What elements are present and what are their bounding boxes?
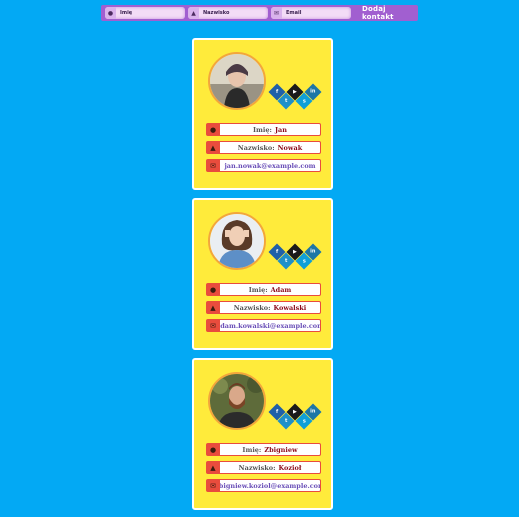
email-row: ✉ jan.nowak@example.com — [206, 159, 321, 172]
last-name-row: ▲ Nazwisko: Nowak — [206, 141, 321, 154]
social-links: f t ▶ s in — [268, 83, 329, 114]
user-icon: ● — [105, 7, 116, 19]
envelope-icon: ✉ — [271, 7, 282, 19]
add-contact-form: ● Imię ▲ Nazwisko ✉ Email Dodaj kontakt — [101, 5, 418, 21]
first-name-label: Imię: — [253, 125, 272, 134]
avatar — [208, 52, 266, 110]
last-name-field[interactable]: ▲ Nazwisko — [188, 7, 268, 19]
last-name-row: ▲ Nazwisko: Kozioł — [206, 461, 321, 474]
first-name-value: Zbigniew — [264, 445, 298, 454]
last-name-value: Kowalski — [273, 303, 307, 312]
email-row: ✉ adam.kowalski@example.com — [206, 319, 321, 332]
last-name-value: Nowak — [277, 143, 303, 152]
last-name-value: Kozioł — [278, 463, 302, 472]
envelope-icon: ✉ — [206, 479, 220, 492]
last-name-label: Nazwisko: — [238, 463, 276, 472]
contact-card: f t ▶ s in ● Imię: Jan ▲ Nazwisko: Nowak ✉… — [192, 38, 333, 190]
email-link[interactable]: zbigniew.koziol@example.com — [220, 482, 320, 490]
contact-card: f t ▶ s in ● Imię: Zbigniew ▲ Nazwisko: Ko… — [192, 358, 333, 510]
envelope-icon: ✉ — [206, 159, 220, 172]
last-name-label: Nazwisko: — [233, 303, 271, 312]
user-tie-icon: ▲ — [206, 301, 220, 314]
user-tie-icon: ▲ — [206, 141, 220, 154]
email-link[interactable]: jan.nowak@example.com — [224, 162, 315, 170]
email-link[interactable]: adam.kowalski@example.com — [220, 322, 320, 330]
first-name-label: Imię: — [242, 445, 262, 454]
contact-card: f t ▶ s in ● Imię: Adam ▲ Nazwisko: Kowals… — [192, 198, 333, 350]
first-name-placeholder: Imię — [120, 10, 133, 16]
user-icon: ● — [206, 443, 220, 456]
last-name-placeholder: Nazwisko — [203, 10, 230, 16]
add-contact-button[interactable]: Dodaj kontakt — [362, 5, 416, 21]
last-name-row: ▲ Nazwisko: Kowalski — [206, 301, 321, 314]
last-name-label: Nazwisko: — [237, 143, 275, 152]
email-field[interactable]: ✉ Email — [271, 7, 351, 19]
user-icon: ● — [206, 123, 220, 136]
first-name-row: ● Imię: Adam — [206, 283, 321, 296]
avatar — [208, 372, 266, 430]
first-name-value: Adam — [270, 285, 292, 294]
user-tie-icon: ▲ — [188, 7, 199, 19]
first-name-value: Jan — [274, 125, 287, 134]
email-placeholder: Email — [286, 10, 302, 16]
social-links: f t ▶ s in — [268, 403, 329, 434]
first-name-label: Imię: — [248, 285, 268, 294]
social-links: f t ▶ s in — [268, 243, 329, 274]
user-tie-icon: ▲ — [206, 461, 220, 474]
user-icon: ● — [206, 283, 220, 296]
email-row: ✉ zbigniew.koziol@example.com — [206, 479, 321, 492]
envelope-icon: ✉ — [206, 319, 220, 332]
first-name-field[interactable]: ● Imię — [105, 7, 185, 19]
first-name-row: ● Imię: Zbigniew — [206, 443, 321, 456]
avatar — [208, 212, 266, 270]
first-name-row: ● Imię: Jan — [206, 123, 321, 136]
